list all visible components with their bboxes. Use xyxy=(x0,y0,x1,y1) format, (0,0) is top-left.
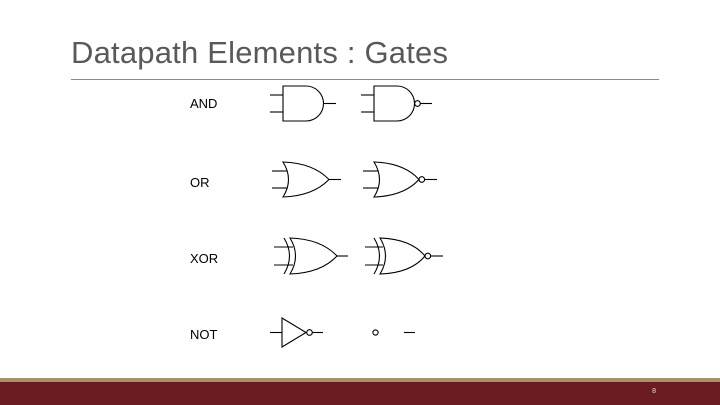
and-gate-icon xyxy=(270,85,336,122)
nor-gate-icon xyxy=(363,161,437,198)
gate-symbols xyxy=(270,85,443,348)
not-gate-icon xyxy=(270,317,323,348)
page-number: 8 xyxy=(652,388,656,395)
xnor-gate-icon xyxy=(365,237,443,275)
slide: Datapath Elements : Gates AND OR XOR NOT xyxy=(0,0,720,405)
inversion-bubble-icon xyxy=(372,329,415,336)
nand-gate-icon xyxy=(361,85,432,122)
or-gate-icon xyxy=(272,161,341,198)
footer-band xyxy=(0,382,720,405)
xor-gate-icon xyxy=(274,237,348,275)
